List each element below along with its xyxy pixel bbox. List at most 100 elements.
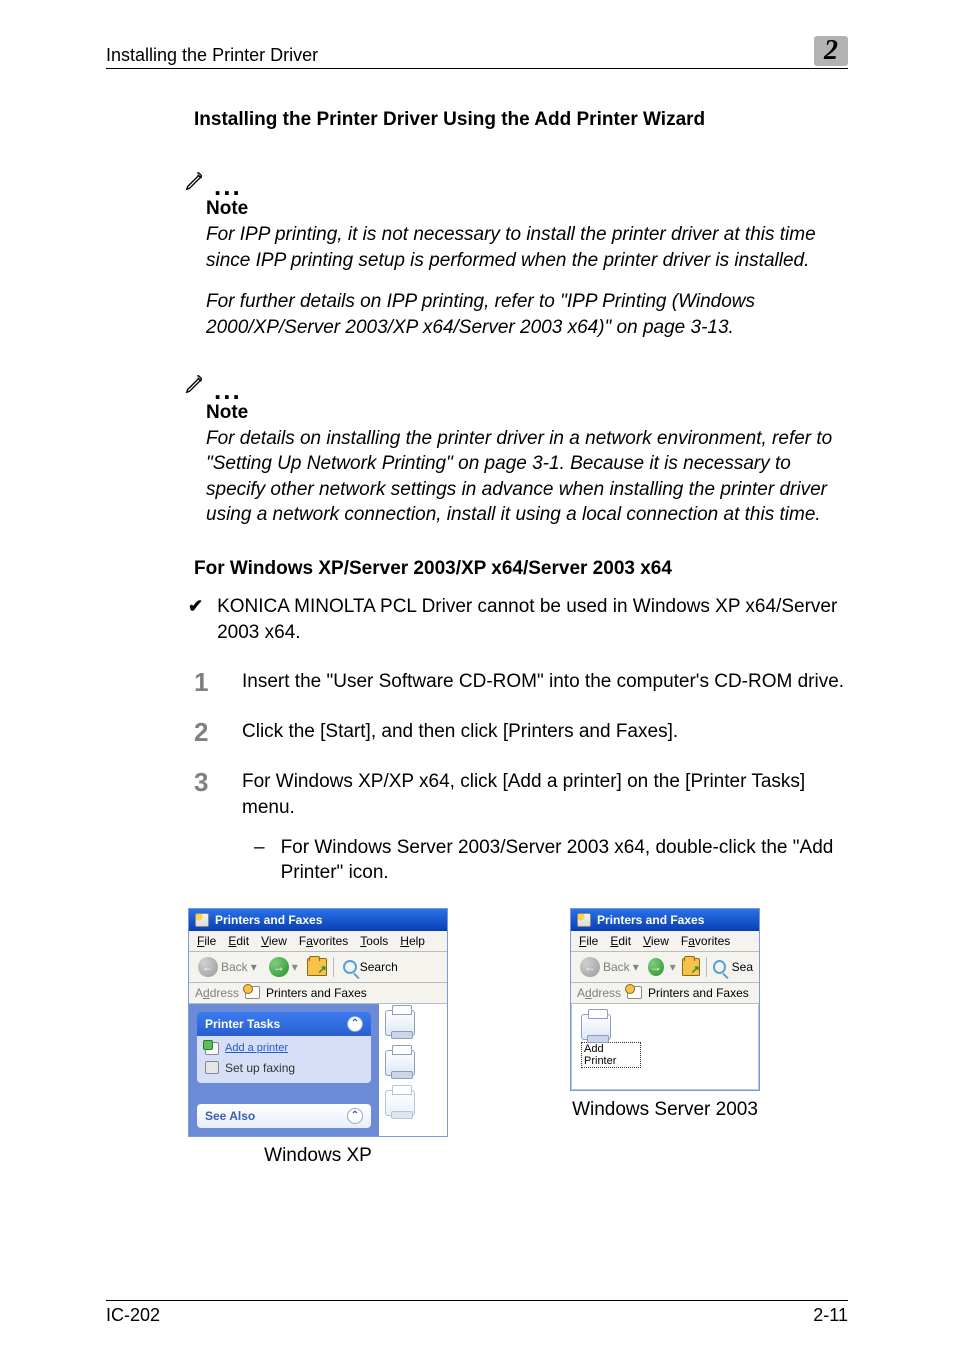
bullet-text: KONICA MINOLTA PCL Driver cannot be used…	[217, 594, 848, 645]
back-label: Back	[603, 960, 630, 974]
sub-bullet: – For Windows Server 2003/Server 2003 x6…	[254, 835, 848, 886]
add-printer-item[interactable]: Add Printer	[581, 1014, 641, 1068]
collapse-button[interactable]: ⌃	[347, 1108, 363, 1124]
note-paragraph: For details on installing the printer dr…	[206, 426, 848, 529]
printers-folder-icon	[195, 913, 209, 927]
note-paragraph: For further details on IPP printing, ref…	[206, 289, 848, 340]
menu-help[interactable]: Help	[400, 934, 425, 948]
menu-bar: File Edit View Favorites Tools Help	[189, 931, 447, 952]
forward-button[interactable]: → ▾	[266, 956, 301, 978]
search-button[interactable]: Search	[340, 959, 401, 975]
menu-bar: File Edit View Favorites	[571, 931, 759, 952]
screenshot-caption: Windows Server 2003	[572, 1099, 758, 1121]
back-button[interactable]: ← Back ▾	[195, 956, 260, 978]
printer-tasks-header[interactable]: Printer Tasks ⌃	[197, 1012, 371, 1036]
see-also-header[interactable]: See Also ⌃	[197, 1104, 371, 1128]
address-bar: Address Printers and Faxes	[189, 983, 447, 1004]
set-up-faxing-label: Set up faxing	[225, 1061, 295, 1075]
address-value: Printers and Faxes	[266, 986, 367, 1000]
subsection-heading: For Windows XP/Server 2003/XP x64/Server…	[194, 558, 848, 580]
note-block: ... Note For details on installing the p…	[184, 369, 848, 529]
menu-view[interactable]: View	[643, 934, 669, 948]
forward-arrow-icon[interactable]: →	[648, 958, 664, 976]
step-number: 2	[194, 719, 220, 745]
footer-page-number: 2-11	[813, 1305, 848, 1326]
search-icon[interactable]	[713, 960, 726, 974]
menu-favorites[interactable]: Favorites	[681, 934, 730, 948]
menu-favorites[interactable]: Favorites	[299, 934, 348, 948]
menu-edit[interactable]: Edit	[610, 934, 631, 948]
printer-icon[interactable]	[385, 1010, 415, 1036]
see-also-label: See Also	[205, 1109, 255, 1123]
window-titlebar: Printers and Faxes	[189, 909, 447, 931]
collapse-button[interactable]: ⌃	[347, 1016, 363, 1032]
toolbar: ← Back ▾ → ▾ Search	[189, 952, 447, 983]
step-text: Click the [Start], and then click [Print…	[242, 719, 678, 745]
window-title: Printers and Faxes	[215, 913, 322, 927]
printer-tasks-label: Printer Tasks	[205, 1017, 280, 1031]
printer-icon[interactable]	[385, 1050, 415, 1076]
chevron-down-icon: ▾	[292, 960, 298, 974]
search-icon	[343, 960, 357, 974]
pencil-note-icon	[184, 373, 206, 395]
set-up-faxing-link[interactable]: Set up faxing	[205, 1061, 363, 1075]
back-button[interactable]: ← Back ▾	[577, 956, 642, 978]
pencil-note-icon	[184, 170, 206, 192]
content-pane: Add Printer	[571, 1004, 759, 1090]
back-arrow-icon: ←	[198, 957, 218, 977]
printer-icon[interactable]	[385, 1090, 415, 1116]
printers-folder-icon	[627, 986, 642, 999]
sub-bullet-text: For Windows Server 2003/Server 2003 x64,…	[281, 835, 848, 886]
back-label: Back	[221, 960, 248, 974]
chapter-number-badge: 2	[814, 36, 848, 66]
step-item: 2 Click the [Start], and then click [Pri…	[194, 719, 848, 745]
printers-folder-icon	[245, 986, 260, 999]
menu-tools[interactable]: Tools	[360, 934, 388, 948]
address-bar: Address Printers and Faxes	[571, 983, 759, 1004]
forward-arrow-icon: →	[269, 957, 289, 977]
folder-up-icon[interactable]	[307, 958, 327, 976]
screenshot-windows-server-2003: Printers and Faxes File Edit View Favori…	[570, 908, 760, 1091]
ellipsis-icon: ...	[214, 171, 242, 202]
page-header: Installing the Printer Driver 2	[106, 36, 848, 69]
bullet-item: ✔ KONICA MINOLTA PCL Driver cannot be us…	[188, 594, 848, 645]
note-paragraph: For IPP printing, it is not necessary to…	[206, 222, 848, 273]
screenshot-caption: Windows XP	[264, 1145, 372, 1167]
step-text: For Windows XP/XP x64, click [Add a prin…	[242, 771, 805, 818]
tasks-pane: Printer Tasks ⌃ Add a printer	[189, 1004, 379, 1136]
chevron-down-icon: ▾	[251, 960, 257, 974]
checkmark-icon: ✔	[188, 594, 203, 645]
folder-up-icon[interactable]	[682, 958, 700, 976]
fax-icon	[205, 1061, 219, 1074]
step-number: 1	[194, 669, 220, 695]
add-printer-icon	[581, 1014, 611, 1040]
page-footer: IC-202 2-11	[106, 1300, 848, 1326]
footer-model: IC-202	[106, 1305, 160, 1326]
menu-file[interactable]: File	[579, 934, 598, 948]
back-arrow-icon: ←	[580, 957, 600, 977]
running-head: Installing the Printer Driver	[106, 45, 318, 66]
printers-folder-icon	[577, 913, 591, 927]
chevron-down-icon: ▾	[670, 960, 676, 974]
window-titlebar: Printers and Faxes	[571, 909, 759, 931]
step-item: 3 For Windows XP/XP x64, click [Add a pr…	[194, 769, 848, 886]
content-pane	[379, 1004, 447, 1136]
add-printer-label: Add Printer	[581, 1042, 641, 1068]
toolbar: ← Back ▾ → ▾ Sea	[571, 952, 759, 983]
toolbar-separator	[333, 957, 334, 977]
ellipsis-icon: ...	[214, 375, 242, 406]
menu-view[interactable]: View	[261, 934, 287, 948]
menu-file[interactable]: File	[197, 934, 216, 948]
menu-edit[interactable]: Edit	[228, 934, 249, 948]
add-a-printer-link[interactable]: Add a printer	[205, 1042, 363, 1055]
search-label-short: Sea	[732, 960, 753, 974]
chevron-down-icon: ▾	[633, 960, 639, 974]
add-a-printer-label[interactable]: Add a printer	[225, 1042, 288, 1054]
address-value: Printers and Faxes	[648, 986, 749, 1000]
step-item: 1 Insert the "User Software CD-ROM" into…	[194, 669, 848, 695]
step-text: Insert the "User Software CD-ROM" into t…	[242, 669, 844, 695]
address-label: Address	[577, 986, 621, 1000]
dash-icon: –	[254, 835, 265, 886]
toolbar-separator	[706, 957, 707, 977]
step-number: 3	[194, 769, 220, 886]
